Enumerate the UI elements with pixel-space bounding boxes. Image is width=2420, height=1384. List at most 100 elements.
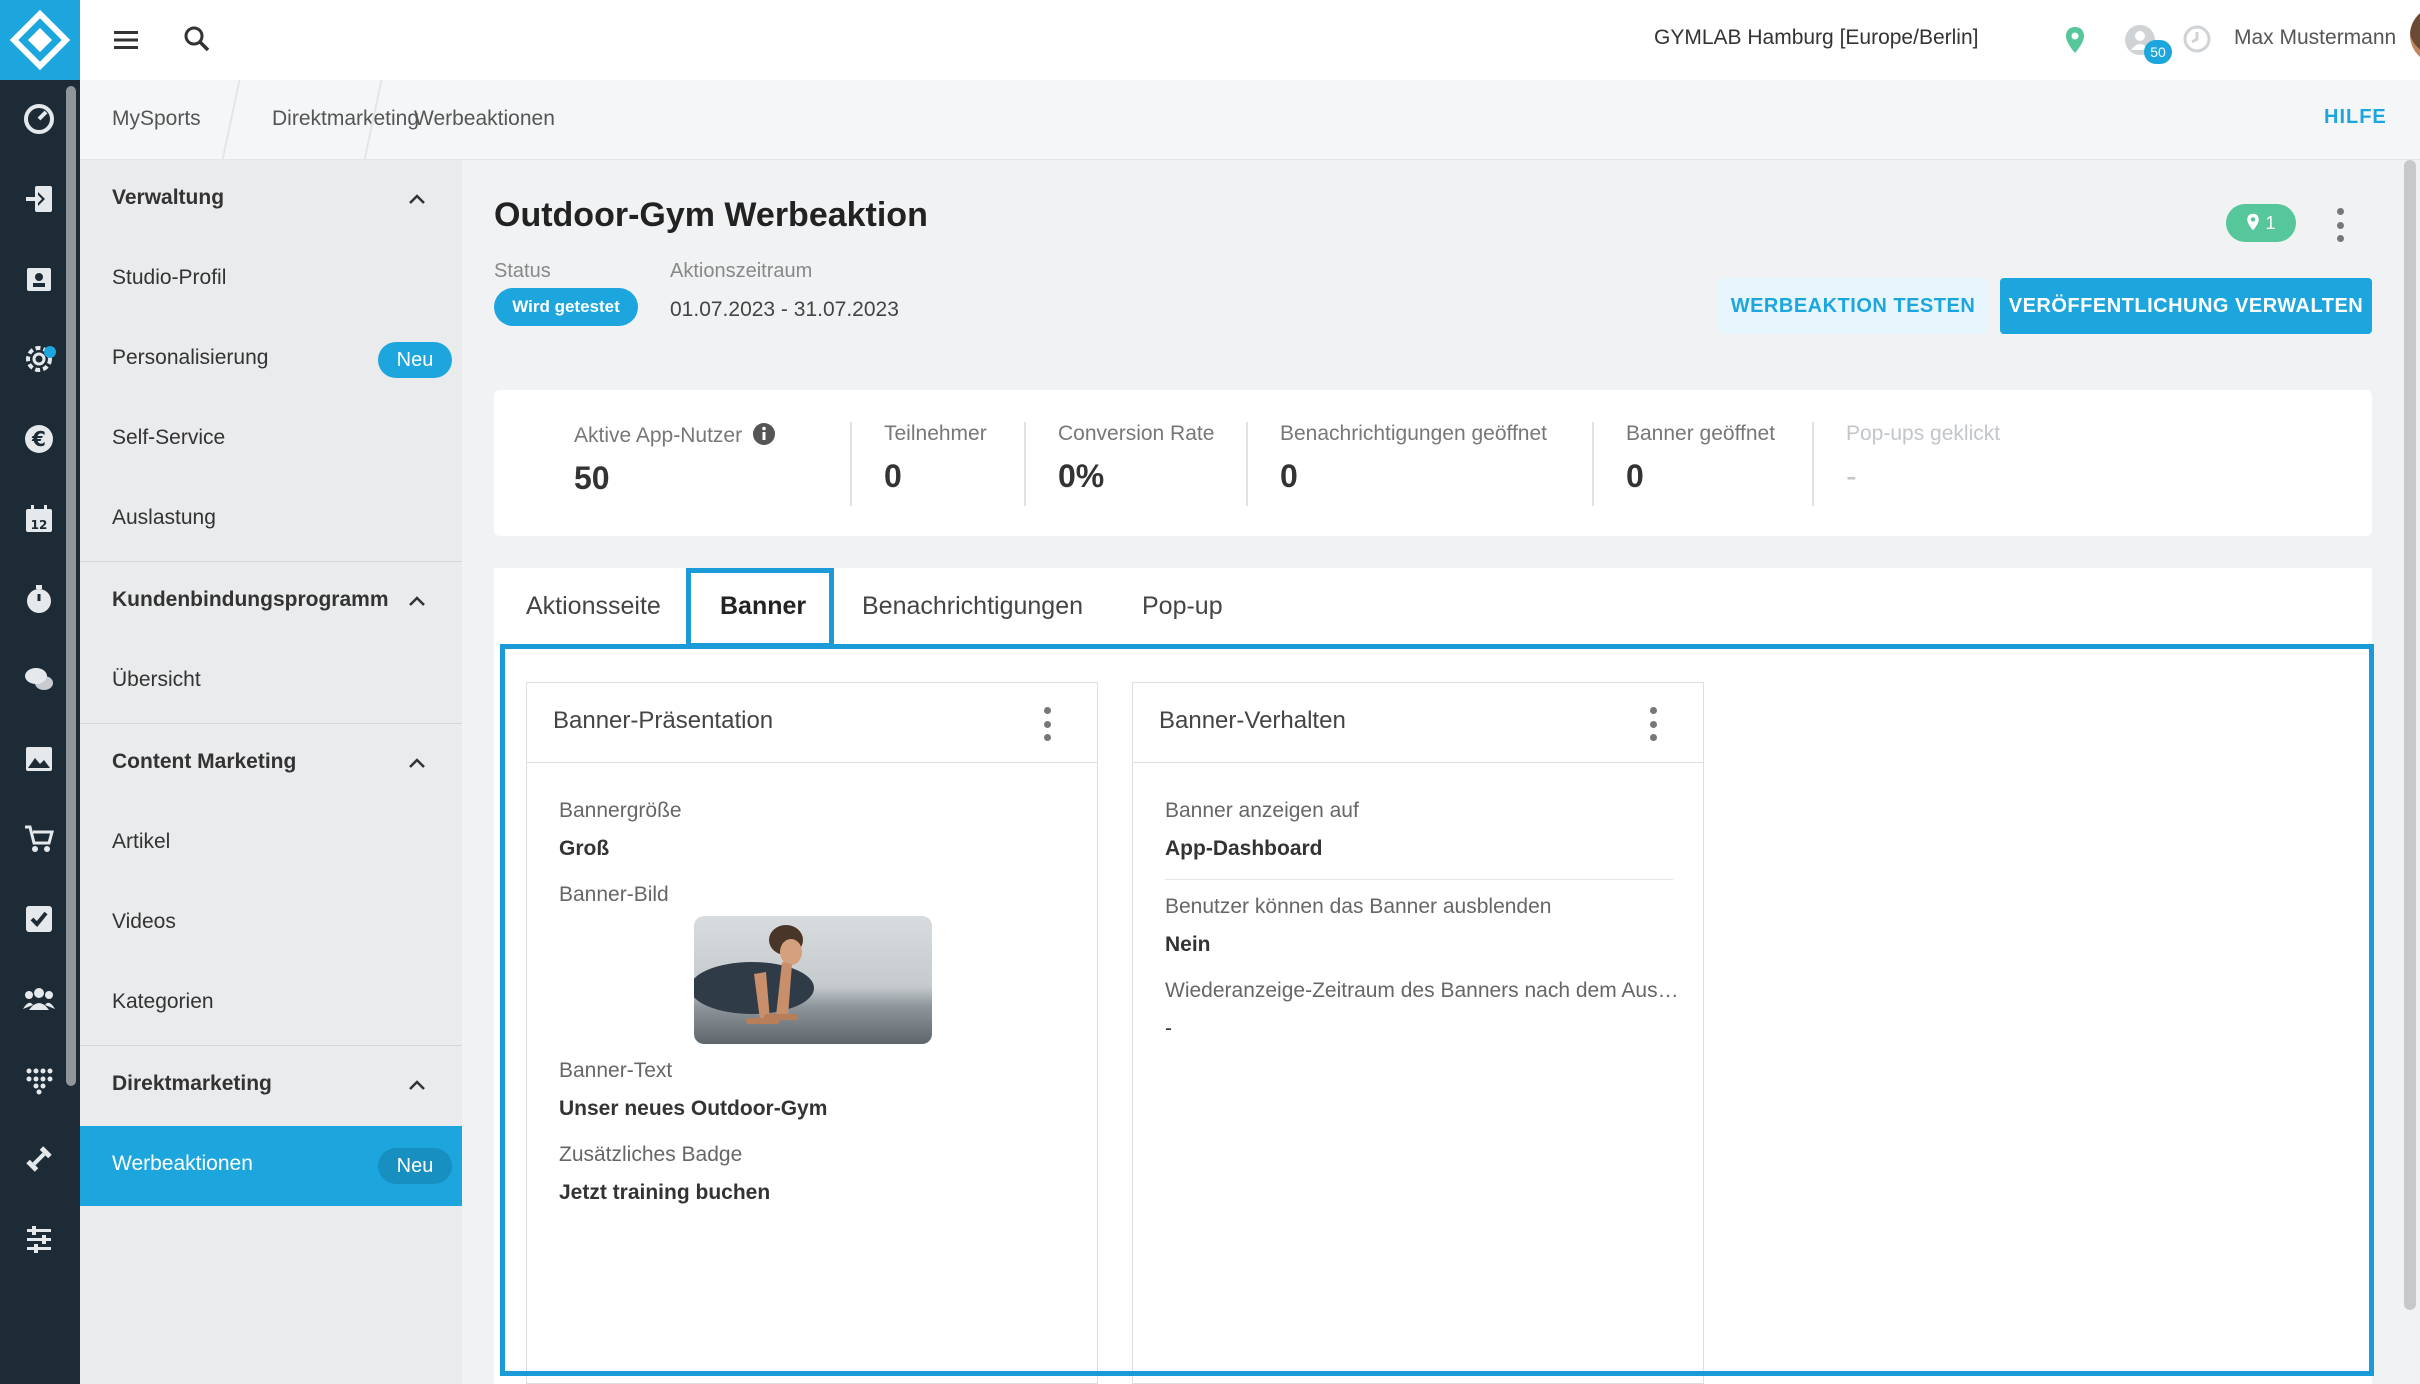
sidebar-item-personalisierung[interactable]: Personalisierung Neu bbox=[80, 320, 462, 400]
stat-label: Teilnehmer bbox=[884, 422, 987, 445]
dumbbell-icon[interactable] bbox=[22, 1142, 56, 1176]
stat-label: Conversion Rate bbox=[1058, 422, 1215, 445]
more-options-icon[interactable] bbox=[2334, 208, 2346, 242]
stat-value: 50 bbox=[574, 460, 610, 496]
sliders-icon[interactable] bbox=[22, 1222, 56, 1256]
chevron-up-icon[interactable] bbox=[406, 752, 428, 774]
stat-value: - bbox=[1846, 458, 1857, 494]
avatar[interactable] bbox=[2410, 6, 2420, 64]
tab-benachrichtigungen[interactable]: Benachrichtigungen bbox=[862, 568, 1083, 644]
breadcrumb-mysports[interactable]: MySports bbox=[112, 107, 201, 131]
sidebar-section-title: Content Marketing bbox=[112, 750, 297, 773]
shopping-cart-icon[interactable] bbox=[22, 822, 56, 856]
sidebar-item-label: Auslastung bbox=[112, 506, 216, 529]
stat-label: Benachrichtigungen geöffnet bbox=[1280, 422, 1547, 445]
sidebar-item-label: Kategorien bbox=[112, 990, 214, 1013]
sidebar-item-label: Studio-Profil bbox=[112, 266, 227, 289]
breadcrumb-werbeaktionen[interactable]: Werbeaktionen bbox=[414, 107, 555, 131]
hamburger-menu-icon[interactable] bbox=[112, 26, 140, 54]
stats-panel: Aktive App-Nutzer 50 Teilnehmer 0 Conver… bbox=[494, 390, 2372, 536]
clock-icon[interactable] bbox=[2182, 24, 2212, 54]
chevron-up-icon[interactable] bbox=[406, 590, 428, 612]
sidebar-item-videos[interactable]: Videos bbox=[80, 884, 462, 964]
sidebar-section-content-marketing[interactable]: Content Marketing bbox=[80, 724, 462, 804]
image-icon[interactable] bbox=[22, 742, 56, 776]
top-bar: GYMLAB Hamburg [Europe/Berlin] 50 Max Mu… bbox=[80, 0, 2420, 80]
stat-label: Aktive App-Nutzer bbox=[574, 424, 743, 447]
sidebar-item-kategorien[interactable]: Kategorien bbox=[80, 964, 462, 1044]
test-promotion-button[interactable]: WERBEAKTION TESTEN bbox=[1718, 278, 1988, 334]
sidebar-section-title: Kundenbindungsprogramm bbox=[112, 588, 389, 611]
new-badge: Neu bbox=[378, 342, 452, 378]
sidebar-item-label: Personalisierung bbox=[112, 346, 269, 369]
tab-aktionsseite[interactable]: Aktionsseite bbox=[526, 568, 661, 644]
tab-popup[interactable]: Pop-up bbox=[1142, 568, 1223, 644]
calendar-icon[interactable]: 12 bbox=[22, 502, 56, 536]
stat-participants: Teilnehmer 0 bbox=[884, 422, 987, 495]
sidebar-item-label: Artikel bbox=[112, 830, 171, 853]
app-logo[interactable] bbox=[0, 0, 80, 80]
sidebar-item-werbeaktionen[interactable]: Werbeaktionen Neu bbox=[80, 1126, 462, 1206]
breadcrumb-separator bbox=[221, 80, 241, 160]
chat-icon[interactable] bbox=[22, 662, 56, 696]
svg-text:€: € bbox=[31, 427, 46, 451]
manage-publication-button[interactable]: VERÖFFENTLICHUNG VERWALTEN bbox=[2000, 278, 2372, 334]
stat-divider bbox=[1592, 422, 1594, 506]
stat-conversion-rate: Conversion Rate 0% bbox=[1058, 422, 1214, 495]
page-title: Outdoor-Gym Werbeaktion bbox=[494, 196, 928, 234]
help-link[interactable]: HILFE bbox=[2324, 106, 2387, 129]
stat-label: Banner geöffnet bbox=[1626, 422, 1776, 445]
sidebar-item-artikel[interactable]: Artikel bbox=[80, 804, 462, 884]
info-icon[interactable] bbox=[752, 422, 776, 446]
content-scrollbar[interactable] bbox=[2404, 160, 2416, 1310]
svg-text:12: 12 bbox=[31, 518, 48, 532]
stat-value: 0 bbox=[884, 458, 902, 494]
stat-value: 0 bbox=[1280, 458, 1298, 494]
stat-divider bbox=[1024, 422, 1026, 506]
heart-rate-grid-icon[interactable] bbox=[22, 1062, 56, 1096]
stat-popups-clicked: Pop-ups geklickt - bbox=[1846, 422, 2000, 495]
rail-scrollbar[interactable] bbox=[66, 86, 76, 1086]
chevron-up-icon[interactable] bbox=[406, 188, 428, 210]
stat-divider bbox=[1246, 422, 1248, 506]
checkin-icon[interactable] bbox=[22, 182, 56, 216]
euro-icon[interactable]: € bbox=[22, 422, 56, 456]
stat-label: Pop-ups geklickt bbox=[1846, 422, 2001, 445]
sidebar-section-title: Verwaltung bbox=[112, 186, 225, 209]
stat-divider bbox=[850, 422, 852, 506]
studio-selector[interactable]: GYMLAB Hamburg [Europe/Berlin] bbox=[1654, 26, 1978, 50]
sidebar-section-kundenbindungsprogramm[interactable]: Kundenbindungsprogramm bbox=[80, 562, 462, 642]
sidebar-item-label: Videos bbox=[112, 910, 176, 933]
sidebar-section-verwaltung[interactable]: Verwaltung bbox=[80, 160, 462, 240]
contacts-icon[interactable] bbox=[22, 262, 56, 296]
chevron-up-icon[interactable] bbox=[406, 1074, 428, 1096]
sidebar-item-label: Übersicht bbox=[112, 668, 201, 691]
user-name[interactable]: Max Mustermann bbox=[2234, 26, 2396, 50]
sidebar-section-direktmarketing[interactable]: Direktmarketing bbox=[80, 1046, 462, 1126]
status-badge: Wird getestet bbox=[494, 288, 638, 326]
stat-banner-opened: Banner geöffnet 0 bbox=[1626, 422, 1775, 495]
members-group-icon[interactable] bbox=[22, 982, 56, 1016]
stat-value: 0 bbox=[1626, 458, 1644, 494]
stat-notifications-opened: Benachrichtigungen geöffnet 0 bbox=[1280, 422, 1547, 495]
stat-active-app-users: Aktive App-Nutzer 50 bbox=[574, 422, 776, 497]
stat-divider bbox=[1812, 422, 1814, 506]
period-label: Aktionszeitraum bbox=[670, 260, 813, 282]
location-pin-icon bbox=[2247, 213, 2260, 231]
sidebar-section-title: Direktmarketing bbox=[112, 1072, 272, 1095]
checkbox-icon[interactable] bbox=[22, 902, 56, 936]
sidebar-item-auslastung[interactable]: Auslastung bbox=[80, 480, 462, 560]
dashboard-gauge-icon[interactable] bbox=[22, 102, 56, 136]
sidebar-item-uebersicht[interactable]: Übersicht bbox=[80, 642, 462, 722]
stopwatch-icon[interactable] bbox=[22, 582, 56, 616]
stat-value: 0% bbox=[1058, 458, 1105, 494]
location-pin-icon bbox=[2066, 27, 2084, 53]
sidebar-item-studio-profil[interactable]: Studio-Profil bbox=[80, 240, 462, 320]
location-count: 1 bbox=[2265, 213, 2276, 233]
sidebar-item-self-service[interactable]: Self-Service bbox=[80, 400, 462, 480]
location-count-badge[interactable]: 1 bbox=[2226, 204, 2296, 242]
sidebar: Verwaltung Studio-Profil Personalisierun… bbox=[80, 160, 462, 1384]
icon-rail: € 12 bbox=[0, 0, 80, 1384]
breadcrumb-direktmarketing[interactable]: Direktmarketing bbox=[272, 107, 419, 131]
search-icon[interactable] bbox=[182, 24, 212, 54]
